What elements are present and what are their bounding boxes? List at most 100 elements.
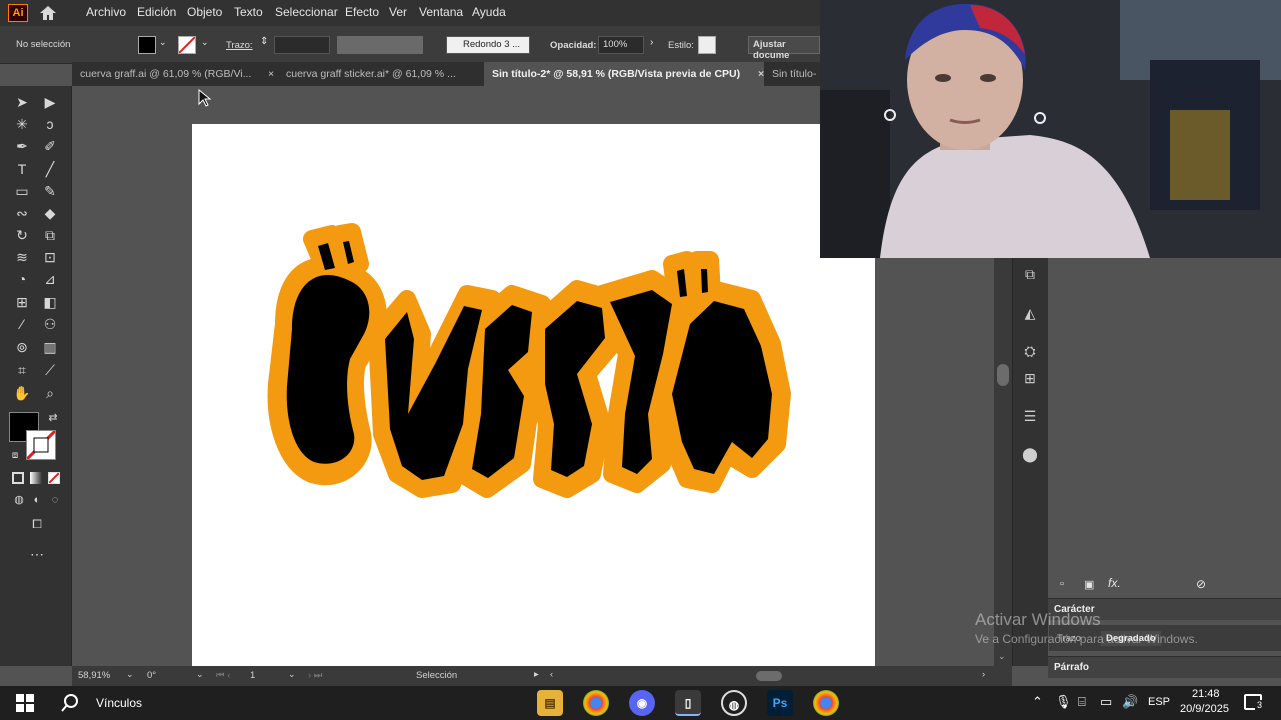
adjust-document-button[interactable]: Ajustar docume bbox=[748, 36, 820, 61]
chrome-icon[interactable] bbox=[813, 690, 839, 716]
rotate-tool-icon[interactable]: ↻ bbox=[11, 225, 33, 245]
stroke-weight-field[interactable] bbox=[274, 36, 330, 54]
color-guide-icon[interactable]: ⛭ bbox=[1020, 341, 1040, 361]
chevron-down-icon[interactable]: ⌄ bbox=[998, 651, 1006, 662]
clock-date[interactable]: 20/9/2025 bbox=[1180, 703, 1229, 715]
slice-tool-icon[interactable]: ⟋ bbox=[39, 360, 61, 380]
zoom-tool-icon[interactable]: ⌕ bbox=[39, 383, 61, 403]
pen-tool-icon[interactable]: ✒ bbox=[11, 136, 33, 156]
language-indicator[interactable]: ESP bbox=[1148, 696, 1170, 708]
volume-icon[interactable]: 🔊 bbox=[1122, 694, 1138, 710]
menu-texto[interactable]: Texto bbox=[234, 5, 263, 19]
taskbar-search-label[interactable]: Vínculos bbox=[96, 696, 142, 710]
default-colors-icon[interactable]: ⧈ bbox=[4, 446, 26, 466]
blend-tool-icon[interactable]: ⚇ bbox=[39, 314, 61, 334]
rotation-value[interactable]: 0° bbox=[147, 670, 156, 681]
first-artboard-icon[interactable]: ⏮ ‹ bbox=[216, 670, 230, 681]
chevron-down-icon[interactable]: ⌄ bbox=[159, 37, 167, 48]
type-tool-icon[interactable]: T bbox=[11, 159, 33, 179]
windows-start-icon[interactable] bbox=[16, 694, 34, 715]
more-tools-icon[interactable]: ⋯ bbox=[26, 544, 48, 564]
chevron-down-icon[interactable]: ⌄ bbox=[126, 669, 134, 680]
shape-builder-icon[interactable]: ◔ bbox=[11, 269, 33, 289]
panel-parrafo[interactable]: Párrafo bbox=[1048, 656, 1281, 678]
new-layer-icon[interactable]: ▫ bbox=[1060, 578, 1064, 590]
chevron-down-icon[interactable]: ⌄ bbox=[201, 37, 209, 48]
artboard-tool-icon[interactable]: ⌗ bbox=[11, 360, 33, 380]
hand-tool-icon[interactable]: ✋ bbox=[11, 383, 33, 403]
chevron-down-icon[interactable]: ⌄ bbox=[288, 669, 296, 680]
stroke-swatch[interactable] bbox=[178, 36, 196, 54]
gradient-mode-icon[interactable] bbox=[30, 472, 42, 484]
warp-tool-icon[interactable]: ≋ bbox=[11, 247, 33, 267]
menu-objeto[interactable]: Objeto bbox=[187, 5, 222, 19]
eyedropper-icon[interactable]: ⁄ bbox=[11, 314, 33, 334]
tab-cuerva-graff[interactable]: cuerva graff.ai @ 61,09 % (RGB/Vi... × bbox=[72, 62, 278, 86]
brush-definition[interactable]: Redondo 3 ... bbox=[446, 36, 530, 54]
chevron-down-icon[interactable]: ⌄ bbox=[196, 669, 204, 680]
eraser-tool-icon[interactable]: ◆ bbox=[39, 203, 61, 223]
appearance-icon[interactable]: ⬤ bbox=[1020, 444, 1040, 464]
menu-efecto[interactable]: Efecto bbox=[345, 5, 379, 19]
prohibited-icon[interactable]: ⊘ bbox=[1196, 577, 1206, 591]
variable-width-field[interactable] bbox=[337, 36, 423, 54]
play-icon[interactable]: ▸ bbox=[534, 669, 539, 680]
none-mode-icon[interactable] bbox=[48, 472, 60, 484]
color-mode-icon[interactable] bbox=[12, 472, 24, 484]
opacity-field[interactable]: 100% bbox=[598, 36, 644, 54]
last-artboard-icon[interactable]: › ⏭ bbox=[308, 670, 322, 681]
layer-options-icon[interactable]: ▣ bbox=[1084, 578, 1094, 591]
horizontal-scroll-thumb[interactable] bbox=[756, 671, 782, 681]
menu-ver[interactable]: Ver bbox=[389, 5, 407, 19]
fx-icon[interactable]: fx. bbox=[1108, 576, 1121, 590]
scroll-thumb[interactable] bbox=[997, 364, 1009, 386]
shaper-tool-icon[interactable]: ∾ bbox=[11, 203, 33, 223]
artboard[interactable] bbox=[192, 124, 875, 666]
scale-tool-icon[interactable]: ⧉ bbox=[39, 225, 61, 245]
magic-wand-icon[interactable]: ✳ bbox=[11, 114, 33, 134]
lasso-icon[interactable]: ↄ bbox=[39, 114, 61, 134]
mesh-tool-icon[interactable]: ⊞ bbox=[11, 292, 33, 312]
menu-archivo[interactable]: Archivo bbox=[86, 5, 126, 19]
tab-sin-titulo-2[interactable]: Sin título-2* @ 58,91 % (RGB/Vista previ… bbox=[484, 62, 764, 86]
chevron-right-icon[interactable]: › bbox=[982, 669, 985, 680]
symbol-sprayer-icon[interactable]: ⊚ bbox=[11, 337, 33, 357]
arrange-icon[interactable]: ⧉ bbox=[1020, 264, 1040, 284]
discord-icon[interactable]: ◉ bbox=[629, 690, 655, 716]
tab-cuerva-graff-sticker[interactable]: cuerva graff sticker.ai* @ 61,09 % ... bbox=[278, 62, 478, 86]
document-app-icon[interactable]: ▯ bbox=[675, 690, 701, 716]
chrome-icon[interactable] bbox=[583, 690, 609, 716]
fill-swatch[interactable] bbox=[138, 36, 156, 54]
menu-ayuda[interactable]: Ayuda bbox=[472, 5, 506, 19]
close-icon[interactable]: × bbox=[268, 68, 274, 80]
direct-selection-tool-icon[interactable]: ▶ bbox=[39, 92, 61, 112]
screen-mode-icon[interactable]: ⧠ bbox=[26, 514, 48, 534]
rectangle-tool-icon[interactable]: ▭ bbox=[11, 181, 33, 201]
zoom-level[interactable]: 58,91% bbox=[78, 670, 110, 681]
obs-icon[interactable]: ◍ bbox=[721, 690, 747, 716]
align-icon[interactable]: ☰ bbox=[1020, 406, 1040, 426]
menu-edicion[interactable]: Edición bbox=[137, 5, 176, 19]
line-tool-icon[interactable]: ╱ bbox=[39, 159, 61, 179]
file-explorer-icon[interactable]: ▤ bbox=[537, 690, 563, 716]
transparency-icon[interactable]: ◭ bbox=[1020, 303, 1040, 323]
menu-ventana[interactable]: Ventana bbox=[419, 5, 463, 19]
free-transform-icon[interactable]: ⊡ bbox=[39, 247, 61, 267]
clock-time[interactable]: 21:48 bbox=[1192, 688, 1220, 700]
stroke-color-box[interactable] bbox=[25, 429, 57, 461]
artboard-number[interactable]: 1 bbox=[250, 670, 255, 681]
swap-colors-icon[interactable]: ⇄ bbox=[42, 408, 64, 428]
perspective-grid-icon[interactable]: ⊿ bbox=[39, 269, 61, 289]
menu-seleccionar[interactable]: Seleccionar bbox=[275, 5, 338, 19]
chevron-right-icon[interactable]: › bbox=[650, 37, 653, 48]
display-icon[interactable]: ▭ bbox=[1100, 694, 1112, 710]
search-icon[interactable] bbox=[60, 693, 80, 716]
chevron-left-icon[interactable]: ‹ bbox=[550, 669, 553, 680]
selection-tool-icon[interactable]: ➤ bbox=[11, 92, 33, 112]
curvature-tool-icon[interactable]: ✐ bbox=[39, 136, 61, 156]
draw-inside-icon[interactable]: ◌ bbox=[44, 490, 66, 510]
network-icon[interactable]: ⌸ bbox=[1078, 694, 1086, 710]
graffiti-artwork[interactable] bbox=[192, 124, 875, 666]
chevron-up-icon[interactable]: ⌃ bbox=[1032, 694, 1043, 710]
stepper-icon[interactable]: ⇕ bbox=[260, 36, 268, 47]
